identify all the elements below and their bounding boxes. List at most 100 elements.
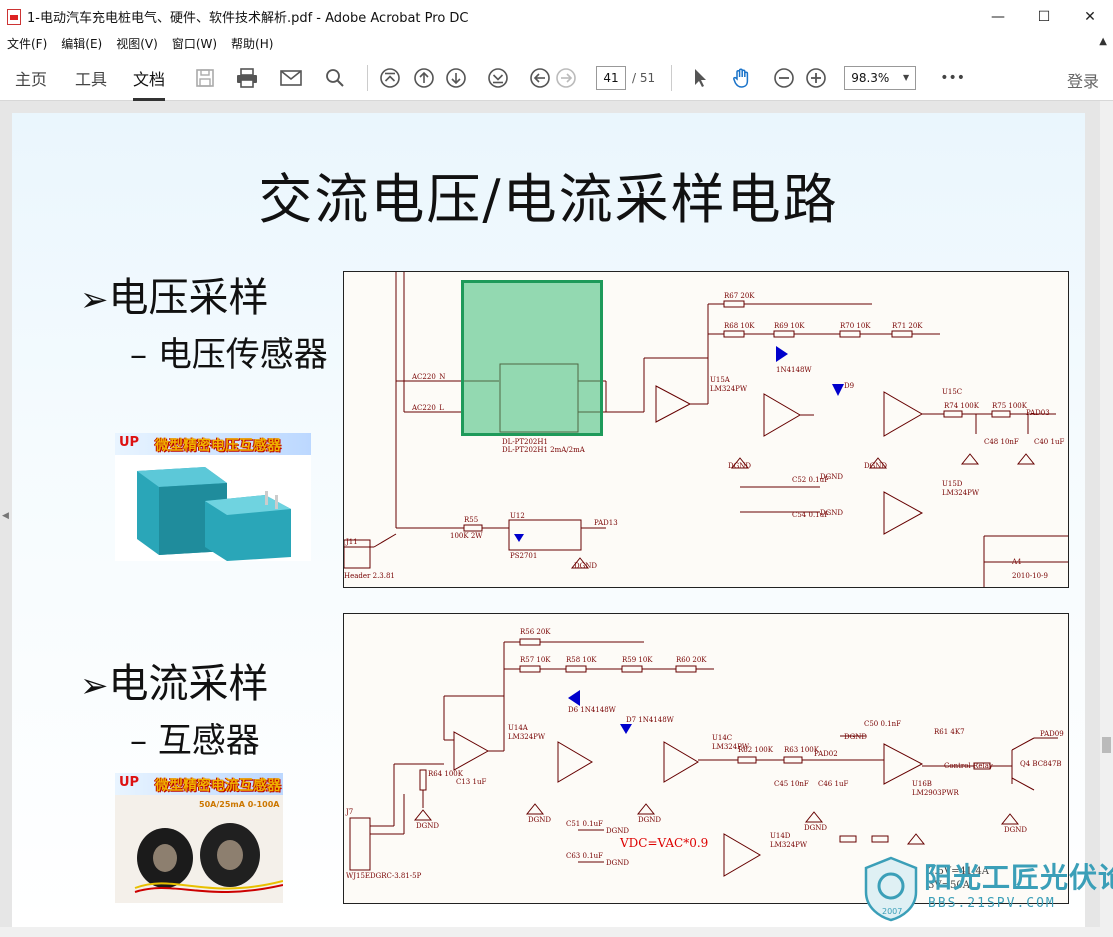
svg-text:R64 100K: R64 100K (428, 770, 464, 778)
previous-page-icon[interactable] (412, 66, 436, 90)
svg-text:U16B: U16B (912, 780, 932, 788)
svg-text:R75 100K: R75 100K (992, 402, 1028, 410)
collapse-menu-icon[interactable]: ▲ (1099, 36, 1107, 47)
maximize-button[interactable]: ☐ (1021, 0, 1067, 33)
svg-text:DGND: DGND (864, 462, 887, 470)
svg-text:A4: A4 (1011, 558, 1022, 566)
svg-text:D6 1N4148W: D6 1N4148W (568, 706, 617, 714)
svg-text:100K 2W: 100K 2W (450, 532, 483, 540)
select-cursor-icon[interactable] (688, 66, 712, 90)
document-viewer[interactable]: ◀ ▶ 交流电压/电流采样电路 ➢电压采样 – 电压传感器 UP 微型精密电压互… (0, 101, 1113, 937)
close-button[interactable]: ✕ (1067, 0, 1113, 33)
svg-text:DGND: DGND (638, 816, 661, 824)
print-icon[interactable] (235, 66, 259, 90)
arrow-bullet-icon: ➢ (80, 280, 109, 320)
back-view-icon[interactable] (528, 66, 552, 90)
forum-url: BBS.21SPV.COM (928, 896, 1056, 911)
current-transformer-image (134, 823, 283, 893)
svg-text:WJ15EDGRC-3.81-5P: WJ15EDGRC-3.81-5P (346, 872, 422, 880)
horizontal-scrollbar[interactable] (0, 927, 1113, 937)
slide-title: 交流电压/电流采样电路 (258, 168, 839, 231)
email-icon[interactable] (279, 66, 303, 90)
login-link[interactable]: 登录 (1067, 68, 1099, 92)
svg-text:J11: J11 (345, 538, 358, 546)
vdc-formula: VDC=VAC*0.9 (620, 836, 709, 850)
svg-text:C50 0.1nF: C50 0.1nF (864, 720, 901, 728)
svg-text:AC220_L: AC220_L (411, 404, 444, 412)
svg-text:LM324PW: LM324PW (942, 489, 980, 497)
svg-text:U12: U12 (510, 512, 525, 520)
tab-tools[interactable]: 工具 (75, 55, 107, 101)
svg-text:DGND: DGND (528, 816, 551, 824)
window-title: 1-电动汽车充电桩电气、硬件、软件技术解析.pdf - Adobe Acroba… (27, 11, 469, 26)
svg-text:C63 0.1uF: C63 0.1uF (566, 852, 603, 860)
svg-text:U15D: U15D (942, 480, 963, 488)
voltage-sensor-photo: UP 微型精密电压互感器 (115, 433, 311, 561)
more-tools-icon[interactable]: ••• (940, 70, 965, 86)
svg-text:DGND: DGND (820, 509, 843, 517)
svg-text:C46 1uF: C46 1uF (818, 780, 848, 788)
search-icon[interactable] (323, 66, 347, 90)
voltage-schematic-drawing: AC220_N AC220_L DL-PT202H1 DL-PT202H1 2m… (344, 272, 1068, 587)
svg-text:R60 20K: R60 20K (676, 656, 707, 664)
svg-text:PS2701: PS2701 (510, 552, 537, 560)
svg-text:DGND: DGND (728, 462, 751, 470)
minimize-button[interactable]: — (975, 0, 1021, 33)
forum-name: 阳光工匠光伏论坛 (924, 861, 1113, 894)
menu-window[interactable]: 窗口(W) (172, 35, 217, 52)
svg-text:C51 0.1uF: C51 0.1uF (566, 820, 603, 828)
menu-help[interactable]: 帮助(H) (231, 35, 273, 52)
first-page-icon[interactable] (378, 66, 402, 90)
svg-text:D7 1N4148W: D7 1N4148W (626, 716, 675, 724)
svg-text:R68 10K: R68 10K (724, 322, 755, 330)
menu-edit[interactable]: 编辑(E) (61, 35, 102, 52)
zoom-value: 98.3% (851, 70, 890, 85)
svg-text:R59 10K: R59 10K (622, 656, 653, 664)
menu-view[interactable]: 视图(V) (116, 35, 158, 52)
svg-text:U15C: U15C (942, 388, 962, 396)
forum-logo-shield-icon: 2007 (864, 856, 918, 922)
svg-text:DGND: DGND (844, 733, 867, 741)
pdf-page: 交流电压/电流采样电路 ➢电压采样 – 电压传感器 UP 微型精密电压互感器 ➢… (12, 113, 1085, 928)
svg-text:R58 10K: R58 10K (566, 656, 597, 664)
svg-text:DGND: DGND (416, 822, 439, 830)
left-panel-toggle-icon[interactable]: ◀ (2, 511, 9, 521)
svg-text:U14C: U14C (712, 734, 732, 742)
arrow-bullet-icon: ➢ (80, 666, 109, 706)
svg-text:Control-Relay: Control-Relay (944, 762, 993, 770)
svg-text:U15A: U15A (710, 376, 731, 384)
annotation-highlight-box[interactable] (461, 280, 603, 436)
voltage-sub: – 电压传感器 (130, 335, 328, 375)
menu-file[interactable]: 文件(F) (7, 35, 47, 52)
hand-tool-icon[interactable] (730, 66, 754, 90)
svg-text:DL-PT202H1 2mA/2mA: DL-PT202H1 2mA/2mA (502, 446, 586, 454)
forward-view-icon[interactable] (554, 66, 578, 90)
forum-watermark: 2007 阳光工匠光伏论坛 BBS.21SPV.COM (862, 856, 1113, 922)
zoom-select[interactable]: 98.3% ▼ (844, 65, 917, 90)
svg-text:J7: J7 (345, 808, 353, 816)
svg-text:Header 2.3.81: Header 2.3.81 (344, 572, 395, 580)
save-icon[interactable] (193, 66, 217, 90)
dash-bullet: – (130, 721, 158, 761)
svg-text:R74 100K: R74 100K (944, 402, 980, 410)
svg-text:U14A: U14A (508, 724, 529, 732)
zoom-in-icon[interactable] (804, 66, 828, 90)
svg-text:D9: D9 (844, 382, 854, 390)
tab-home[interactable]: 主页 (15, 55, 47, 101)
svg-text:R57 10K: R57 10K (520, 656, 551, 664)
next-page-icon[interactable] (444, 66, 468, 90)
zoom-out-icon[interactable] (772, 66, 796, 90)
current-sensor-photo: UP 微型精密电流互感器 50A/25mA 0-100A (115, 773, 283, 903)
svg-text:LM324PW: LM324PW (710, 385, 748, 393)
vertical-scrollbar[interactable] (1100, 101, 1113, 937)
scrollbar-thumb[interactable] (1102, 737, 1111, 753)
tab-document[interactable]: 文档 (133, 55, 166, 101)
page-total: / 51 (632, 70, 656, 85)
chevron-down-icon: ▼ (903, 73, 910, 82)
svg-text:R56 20K: R56 20K (520, 628, 551, 636)
page-number-input[interactable]: 41 (596, 65, 627, 90)
svg-text:C48 10nF: C48 10nF (984, 438, 1019, 446)
last-page-icon[interactable] (486, 66, 510, 90)
svg-text:DGND: DGND (1004, 826, 1027, 834)
svg-text:Q4 BC847B: Q4 BC847B (1020, 760, 1062, 768)
